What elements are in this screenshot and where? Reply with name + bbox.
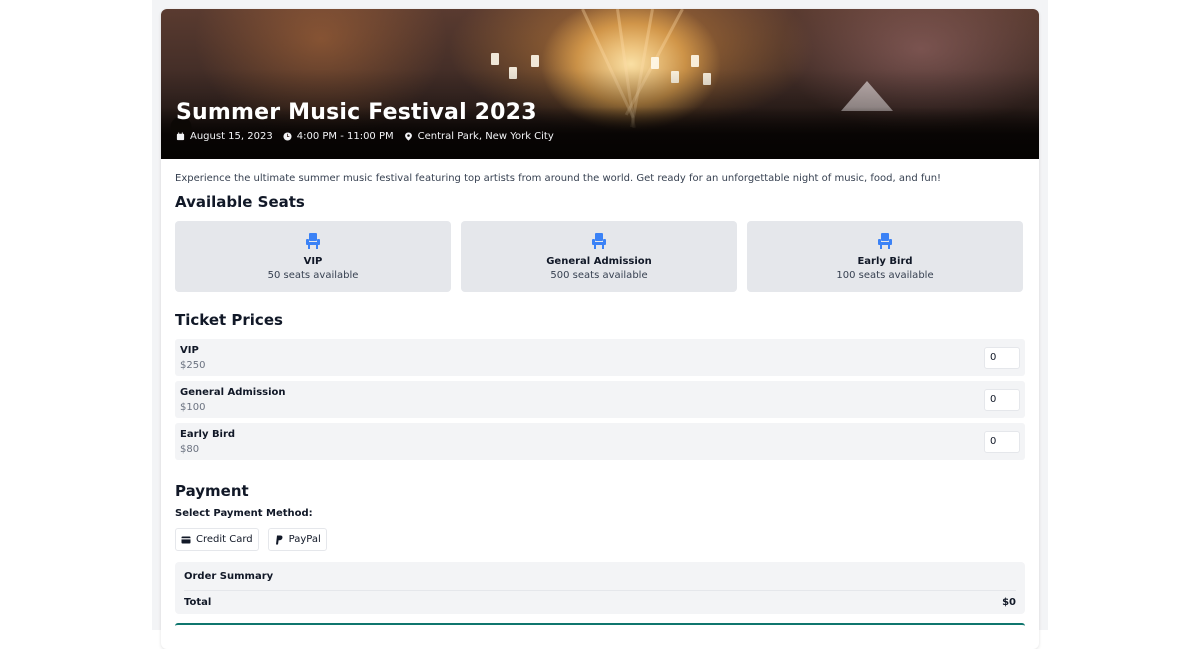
event-time-text: 4:00 PM - 11:00 PM <box>296 131 394 142</box>
ticket-name: General Admission <box>180 386 286 398</box>
quantity-input-general-admission[interactable] <box>984 388 1020 411</box>
payment-method-options: Credit Card PayPal <box>175 528 1025 551</box>
checkout-button-edge[interactable] <box>175 623 1025 629</box>
hero-banner: Summer Music Festival 2023 August 15, 20… <box>161 9 1039 159</box>
order-summary-title: Order Summary <box>184 571 274 582</box>
event-title: Summer Music Festival 2023 <box>176 100 537 125</box>
ticket-row-vip: VIP $250 <box>175 339 1025 376</box>
event-meta: August 15, 2023 4:00 PM - 11:00 PM Centr… <box>176 131 554 142</box>
map-pin-icon <box>404 132 412 141</box>
credit-card-label: Credit Card <box>196 534 253 545</box>
ticket-row-general-admission: General Admission $100 <box>175 381 1025 418</box>
seat-icon <box>306 233 320 249</box>
ticket-price: $250 <box>180 359 206 371</box>
seat-icon <box>592 233 606 249</box>
seat-availability: 500 seats available <box>550 270 648 281</box>
paypal-icon <box>275 535 283 544</box>
paypal-button[interactable]: PayPal <box>267 528 327 551</box>
event-date-text: August 15, 2023 <box>190 131 273 142</box>
available-seats-heading: Available Seats <box>175 193 305 211</box>
event-location-text: Central Park, New York City <box>417 131 554 142</box>
seat-availability: 100 seats available <box>836 270 934 281</box>
ticket-list: VIP $250 General Admission $100 Early Bi… <box>175 339 1025 460</box>
seat-name: Early Bird <box>857 256 913 267</box>
clock-icon <box>283 132 292 141</box>
ticket-price: $80 <box>180 443 200 455</box>
order-summary: Order Summary Total $0 <box>175 562 1025 614</box>
credit-card-icon <box>181 536 191 543</box>
ticket-price: $100 <box>180 401 206 413</box>
quantity-input-vip[interactable] <box>984 346 1020 369</box>
seat-availability: 50 seats available <box>267 270 359 281</box>
ticket-prices-heading: Ticket Prices <box>175 311 283 329</box>
seat-card-general-admission: General Admission 500 seats available <box>461 221 737 292</box>
ticket-name: Early Bird <box>180 428 236 440</box>
order-total-row: Total $0 <box>184 590 1016 608</box>
seat-name: General Admission <box>546 256 652 267</box>
ticket-name: VIP <box>180 344 199 356</box>
event-time: 4:00 PM - 11:00 PM <box>283 131 394 142</box>
seat-card-early-bird: Early Bird 100 seats available <box>747 221 1023 292</box>
event-card: Summer Music Festival 2023 August 15, 20… <box>161 9 1039 649</box>
event-description: Experience the ultimate summer music fes… <box>175 173 942 184</box>
event-location: Central Park, New York City <box>404 131 554 142</box>
quantity-input-early-bird[interactable] <box>984 430 1020 453</box>
seat-name: VIP <box>303 256 323 267</box>
event-content: Experience the ultimate summer music fes… <box>161 159 1039 629</box>
payment-method-label: Select Payment Method: <box>175 508 313 519</box>
event-date: August 15, 2023 <box>176 131 273 142</box>
seat-icon <box>878 233 892 249</box>
order-total-label: Total <box>184 597 212 608</box>
credit-card-button[interactable]: Credit Card <box>175 528 259 551</box>
seat-card-vip: VIP 50 seats available <box>175 221 451 292</box>
payment-heading: Payment <box>175 482 249 500</box>
seat-grid: VIP 50 seats available General Admission… <box>175 221 1025 292</box>
order-total-value: $0 <box>1002 597 1016 608</box>
paypal-label: PayPal <box>288 534 321 545</box>
ticket-row-early-bird: Early Bird $80 <box>175 423 1025 460</box>
calendar-icon <box>176 132 185 141</box>
